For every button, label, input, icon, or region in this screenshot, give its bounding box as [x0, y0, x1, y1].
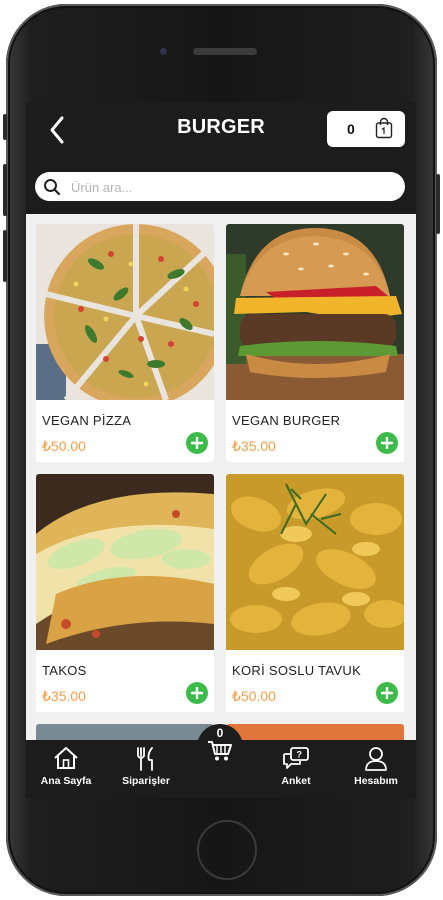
plus-icon [381, 437, 393, 449]
product-card[interactable]: VEGAN BURGER ₺35.00 [226, 224, 404, 462]
nav-label: Ana Sayfa [40, 775, 92, 787]
add-to-cart-button[interactable] [186, 432, 208, 454]
user-icon [365, 747, 387, 771]
nav-item-survey[interactable]: ? Anket [256, 740, 336, 798]
cart-button[interactable]: 0 [327, 111, 405, 147]
volume-up-button [3, 164, 7, 216]
product-price: ₺50.00 [232, 688, 276, 704]
search-icon [44, 179, 61, 196]
product-card[interactable]: VEGAN PİZZA ₺50.00 [36, 224, 214, 462]
volume-down-button [3, 230, 7, 282]
product-card[interactable]: KORİ SOSLU TAVUK ₺50.00 [226, 474, 404, 712]
search-bar [35, 172, 405, 201]
search-input[interactable] [69, 176, 393, 199]
home-button [197, 820, 257, 880]
bottom-navigation: Ana Sayfa Siparişler 0 ? Anket Hesabım [26, 724, 416, 798]
add-to-cart-button[interactable] [376, 682, 398, 704]
mute-switch [3, 114, 7, 140]
product-grid: VEGAN PİZZA ₺50.00 VEGAN BURGER ₺35.00 T… [26, 214, 416, 798]
power-button [436, 174, 440, 234]
plus-icon [191, 437, 203, 449]
product-price: ₺35.00 [232, 438, 276, 454]
cart-count: 0 [347, 121, 355, 137]
nav-label: Hesabım [354, 775, 398, 787]
add-to-cart-button[interactable] [186, 682, 208, 704]
product-price: ₺35.00 [42, 688, 86, 704]
pizza-image [36, 224, 214, 400]
front-camera [160, 48, 167, 55]
burger-image [226, 224, 404, 400]
chat-icon: ? [283, 747, 309, 769]
product-name: KORİ SOSLU TAVUK [232, 663, 362, 678]
center-cart-button[interactable]: 0 [197, 724, 243, 770]
nav-label: Anket [281, 775, 311, 787]
product-card[interactable]: TAKOS ₺35.00 [36, 474, 214, 712]
nav-item-orders[interactable]: Siparişler [106, 740, 186, 798]
curry-chicken-image [226, 474, 404, 650]
product-name: VEGAN PİZZA [42, 413, 132, 428]
earpiece-speaker [193, 48, 257, 55]
top-bar: BURGER 0 [26, 102, 416, 214]
product-price: ₺50.00 [42, 438, 86, 454]
home-icon [54, 747, 78, 769]
plus-icon [381, 687, 393, 699]
add-to-cart-button[interactable] [376, 432, 398, 454]
shopping-cart-icon [208, 741, 232, 761]
cart-count: 0 [216, 726, 224, 740]
app-screen: BURGER 0 Ürün ara... VEGAN PİZZA ₺50.00 … [26, 102, 416, 798]
plus-icon [191, 687, 203, 699]
shopping-bag-icon [375, 117, 393, 139]
nav-item-home[interactable]: Ana Sayfa [26, 740, 106, 798]
nav-item-account[interactable]: Hesabım [336, 740, 416, 798]
fork-knife-icon [137, 747, 153, 771]
nav-label: Siparişler [122, 775, 170, 787]
tacos-image [36, 474, 214, 650]
product-name: VEGAN BURGER [232, 413, 341, 428]
product-name: TAKOS [42, 663, 87, 678]
svg-text:?: ? [297, 750, 303, 760]
